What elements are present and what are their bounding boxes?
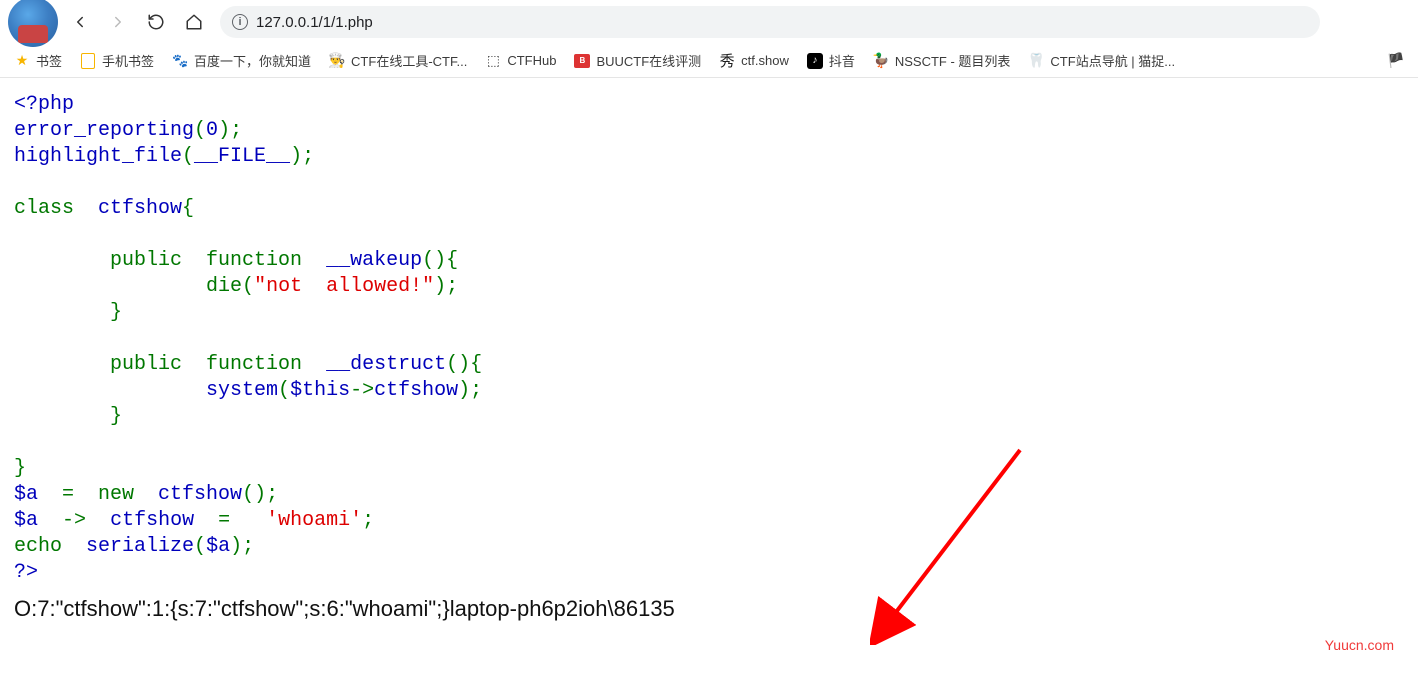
bookmark-label: CTFHub: [507, 53, 556, 68]
home-button[interactable]: [178, 6, 210, 38]
bookmark-nssctf[interactable]: 🦆 NSSCTF - 题目列表: [873, 51, 1011, 70]
bookmark-label: NSSCTF - 题目列表: [895, 51, 1011, 70]
bookmark-label: 百度一下，你就知道: [194, 51, 311, 70]
bookmark-label: 抖音: [829, 51, 855, 70]
bookmark-label: 手机书签: [102, 51, 154, 70]
tooth-icon: 🦷: [1028, 53, 1044, 69]
douyin-icon: ♪: [807, 53, 823, 69]
bookmark-label: 书签: [36, 51, 62, 70]
site-info-icon[interactable]: i: [232, 14, 248, 30]
bookmark-overflow[interactable]: 🏴: [1388, 53, 1404, 69]
bookmark-ctfnav[interactable]: 🦷 CTF站点导航 | 猫捉...: [1028, 51, 1175, 70]
php-source: <?php error_reporting(0); highlight_file…: [0, 78, 1418, 592]
bookmark-ctfhub[interactable]: ⬚ CTFHub: [485, 53, 556, 69]
watermark: Yuucn.com: [1325, 637, 1394, 653]
ctfshow-icon: 秀: [719, 53, 735, 69]
nssctf-icon: 🦆: [873, 53, 889, 69]
url-text: 127.0.0.1/1/1.php: [256, 14, 373, 31]
script-output: O:7:"ctfshow":1:{s:7:"ctfshow";s:6:"whoa…: [0, 596, 1418, 622]
bookmark-ctftools[interactable]: 👨‍🍳 CTF在线工具-CTF...: [329, 51, 467, 70]
bookmark-douyin[interactable]: ♪ 抖音: [807, 51, 855, 70]
forward-button[interactable]: [102, 6, 134, 38]
bookmark-buuctf[interactable]: B BUUCTF在线评测: [574, 51, 701, 70]
chef-icon: 👨‍🍳: [329, 53, 345, 69]
address-bar: i 127.0.0.1/1/1.php: [0, 0, 1418, 44]
flag-icon: 🏴: [1388, 53, 1404, 69]
star-icon: ★: [14, 53, 30, 69]
bookmark-label: ctf.show: [741, 53, 789, 68]
bookmark-label: CTF在线工具-CTF...: [351, 51, 467, 70]
bookmark-bookmarks[interactable]: ★ 书签: [14, 51, 62, 70]
cube-icon: ⬚: [485, 53, 501, 69]
address-input[interactable]: i 127.0.0.1/1/1.php: [220, 6, 1320, 38]
reload-button[interactable]: [140, 6, 172, 38]
avatar-icon: [8, 0, 58, 47]
baidu-icon: 🐾: [172, 53, 188, 69]
profile-avatar[interactable]: [8, 0, 58, 44]
bookmarks-bar: ★ 书签 手机书签 🐾 百度一下，你就知道 👨‍🍳 CTF在线工具-CTF...…: [0, 44, 1418, 78]
bookmark-mobile[interactable]: 手机书签: [80, 51, 154, 70]
mobile-bookmark-icon: [80, 53, 96, 69]
buuctf-icon: B: [574, 53, 590, 69]
bookmark-baidu[interactable]: 🐾 百度一下，你就知道: [172, 51, 311, 70]
bookmark-label: BUUCTF在线评测: [596, 51, 701, 70]
bookmark-label: CTF站点导航 | 猫捉...: [1050, 51, 1175, 70]
back-button[interactable]: [64, 6, 96, 38]
bookmark-ctfshow[interactable]: 秀 ctf.show: [719, 53, 789, 69]
